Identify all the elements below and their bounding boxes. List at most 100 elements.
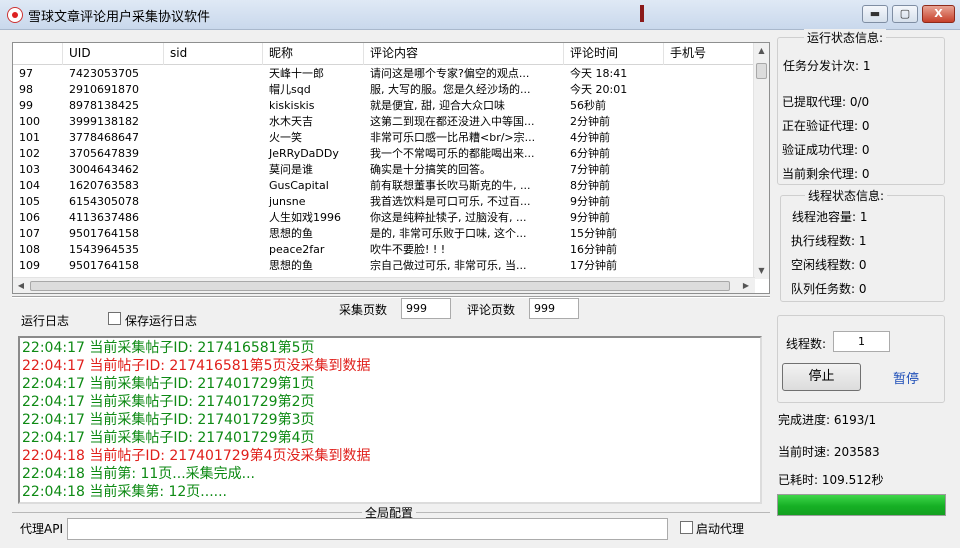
horizontal-scroll-thumb[interactable] xyxy=(30,281,730,291)
enable-proxy-label[interactable]: 启动代理 xyxy=(696,520,744,537)
column-header-nickname[interactable]: 昵称 xyxy=(263,43,364,65)
cell-phone xyxy=(664,226,755,242)
table-body: 97 7423053705 天峰十一郎 请问这是哪个专家?偏空的观点... 今天 18:… xyxy=(13,66,755,279)
cell-uid: 3004643462 xyxy=(69,163,139,176)
table-row[interactable]: 106 4113637486 人生如戏1996 你这是纯粹扯犊子, 过脑没有, ...… xyxy=(13,210,755,226)
data-table[interactable]: UID sid 昵称 评论内容 评论时间 手机号 97 7423053705 天峰十… xyxy=(12,42,770,294)
cell-sid xyxy=(164,146,263,162)
cell-comment-time: 9分钟前 xyxy=(570,211,610,224)
progress-bar-fill xyxy=(778,495,945,515)
cell-nickname: JeRRyDaDDy xyxy=(269,147,339,160)
cell-nickname: peace2far xyxy=(269,243,325,256)
run-log-area[interactable]: 22:04:17 当前采集帖子ID: 217416581第5页 22:04:17 … xyxy=(18,336,762,504)
cell-uid: 3705647839 xyxy=(69,147,139,160)
table-row[interactable]: 103 3004643462 莫问是谁 确实是十分搞笑的回答。 7分钟前 xyxy=(13,162,755,178)
table-row[interactable]: 107 9501764158 思想的鱼 是的, 非常可乐败于口味, 这个... 15分钟… xyxy=(13,226,755,242)
stop-button[interactable]: 停止 xyxy=(782,363,861,391)
column-header-index[interactable] xyxy=(13,43,63,65)
scroll-up-icon[interactable]: ▲ xyxy=(754,43,769,59)
cell-sid xyxy=(164,82,263,98)
save-log-label[interactable]: 保存运行日志 xyxy=(125,312,197,329)
collect-pages-input[interactable]: 999 xyxy=(401,298,451,319)
comment-pages-input[interactable]: 999 xyxy=(529,298,579,319)
cell-comment-time: 56秒前 xyxy=(570,99,606,112)
cell-sid xyxy=(164,194,263,210)
cell-nickname: 思想的鱼 xyxy=(269,259,313,272)
cell-phone xyxy=(664,82,755,98)
cell-phone xyxy=(664,194,755,210)
table-vertical-scrollbar[interactable]: ▲ ▼ xyxy=(753,43,769,279)
proxy-remaining: 当前剩余代理: 0 xyxy=(782,167,870,181)
proxy-api-input[interactable] xyxy=(67,518,668,540)
column-header-sid[interactable]: sid xyxy=(164,43,263,65)
table-row[interactable]: 101 3778468647 火一笑 非常可乐口感一比吊糟<br/>宗... 4分钟前 xyxy=(13,130,755,146)
collect-pages-label: 采集页数 xyxy=(339,303,388,317)
cell-uid: 3999138182 xyxy=(69,115,139,128)
cell-nickname: 莫问是谁 xyxy=(269,163,313,176)
progress-bar xyxy=(777,494,946,516)
cell-comment: 吹牛不要脸! ! ! xyxy=(370,243,446,256)
cell-row-index: 108 xyxy=(19,243,40,256)
cell-row-index: 103 xyxy=(19,163,40,176)
save-log-checkbox[interactable] xyxy=(108,312,121,325)
scroll-left-icon[interactable]: ◀ xyxy=(13,278,29,293)
cell-uid: 8978138425 xyxy=(69,99,139,112)
pause-button[interactable]: 暂停 xyxy=(893,368,919,387)
cell-comment-time: 8分钟前 xyxy=(570,179,610,192)
cell-uid: 7423053705 xyxy=(69,67,139,80)
table-row[interactable]: 109 9501764158 思想的鱼 宗自己做过可乐, 非常可乐, 当... 17分钟… xyxy=(13,258,755,274)
table-row[interactable]: 100 3999138182 水木天吉 这第二到现在都还没进入中等国... 2分钟前 xyxy=(13,114,755,130)
cell-comment: 非常可乐口感一比吊糟<br/>宗... xyxy=(370,131,536,144)
cell-phone xyxy=(664,98,755,114)
column-header-time[interactable]: 评论时间 xyxy=(564,43,664,65)
table-row[interactable]: 97 7423053705 天峰十一郎 请问这是哪个专家?偏空的观点... 今天 18:… xyxy=(13,66,755,82)
speed-text: 当前时速: 203583 xyxy=(778,445,880,459)
table-row[interactable]: 98 2910691870 帽儿sqd 服, 大写的服。您是久经沙场的... 今天 20… xyxy=(13,82,755,98)
cell-uid: 9501764158 xyxy=(69,259,139,272)
cell-uid: 1620763583 xyxy=(69,179,139,192)
thread-pool-capacity: 线程池容量: 1 xyxy=(792,210,868,224)
column-header-uid[interactable]: UID xyxy=(63,43,164,65)
cell-nickname: kiskiskis xyxy=(269,99,315,112)
column-header-phone[interactable]: 手机号 xyxy=(664,43,755,65)
cell-row-index: 107 xyxy=(19,227,40,240)
close-button[interactable]: X xyxy=(922,5,955,23)
cell-sid xyxy=(164,178,263,194)
run-status-title: 运行状态信息: xyxy=(804,29,887,46)
scroll-down-icon[interactable]: ▼ xyxy=(754,263,769,279)
cell-sid xyxy=(164,226,263,242)
column-header-comment[interactable]: 评论内容 xyxy=(364,43,564,65)
scroll-right-icon[interactable]: ▶ xyxy=(738,278,754,293)
scroll-thumb[interactable] xyxy=(756,63,767,79)
enable-proxy-checkbox[interactable] xyxy=(680,521,693,534)
log-line: 22:04:18 当前采集第: 12页...... xyxy=(22,484,228,500)
cell-row-index: 106 xyxy=(19,211,40,224)
maximize-button[interactable]: ▢ xyxy=(892,5,918,23)
log-line: 22:04:18 当前第: 11页...采集完成... xyxy=(22,466,256,482)
table-horizontal-scrollbar[interactable]: ◀ ▶ xyxy=(13,277,755,293)
cell-comment: 你这是纯粹扯犊子, 过脑没有, ... xyxy=(370,211,527,224)
cell-comment-time: 16分钟前 xyxy=(570,243,617,256)
cell-phone xyxy=(664,258,755,274)
cell-uid: 6154305078 xyxy=(69,195,139,208)
table-row[interactable]: 102 3705647839 JeRRyDaDDy 我一个不常喝可乐的都能喝出来...… xyxy=(13,146,755,162)
queued-tasks: 队列任务数: 0 xyxy=(791,282,867,296)
table-row[interactable]: 108 1543964535 peace2far 吹牛不要脸! ! ! 16分钟前 xyxy=(13,242,755,258)
cell-row-index: 101 xyxy=(19,131,40,144)
cell-uid: 4113637486 xyxy=(69,211,139,224)
cell-uid: 2910691870 xyxy=(69,83,139,96)
cell-uid: 3778468647 xyxy=(69,131,139,144)
cell-nickname: 火一笑 xyxy=(269,131,302,144)
minimize-button[interactable]: ▬ xyxy=(862,5,888,23)
table-row[interactable]: 105 6154305078 junsne 我首选饮料是可口可乐, 不过百... 9分钟… xyxy=(13,194,755,210)
cell-row-index: 105 xyxy=(19,195,40,208)
table-row[interactable]: 99 8978138425 kiskiskis 就是便宜, 甜, 迎合大众口味 56秒前 xyxy=(13,98,755,114)
cell-comment: 宗自己做过可乐, 非常可乐, 当... xyxy=(370,259,527,272)
thread-count-input[interactable]: 1 xyxy=(833,331,890,352)
table-row[interactable]: 104 1620763583 GusCapital 前有联想董事长吹马斯克的牛, ..… xyxy=(13,178,755,194)
progress-text: 完成进度: 6193/1 xyxy=(778,413,877,427)
table-header: UID sid 昵称 评论内容 评论时间 手机号 xyxy=(13,43,755,65)
cell-phone xyxy=(664,114,755,130)
cell-phone xyxy=(664,130,755,146)
cell-row-index: 102 xyxy=(19,147,40,160)
